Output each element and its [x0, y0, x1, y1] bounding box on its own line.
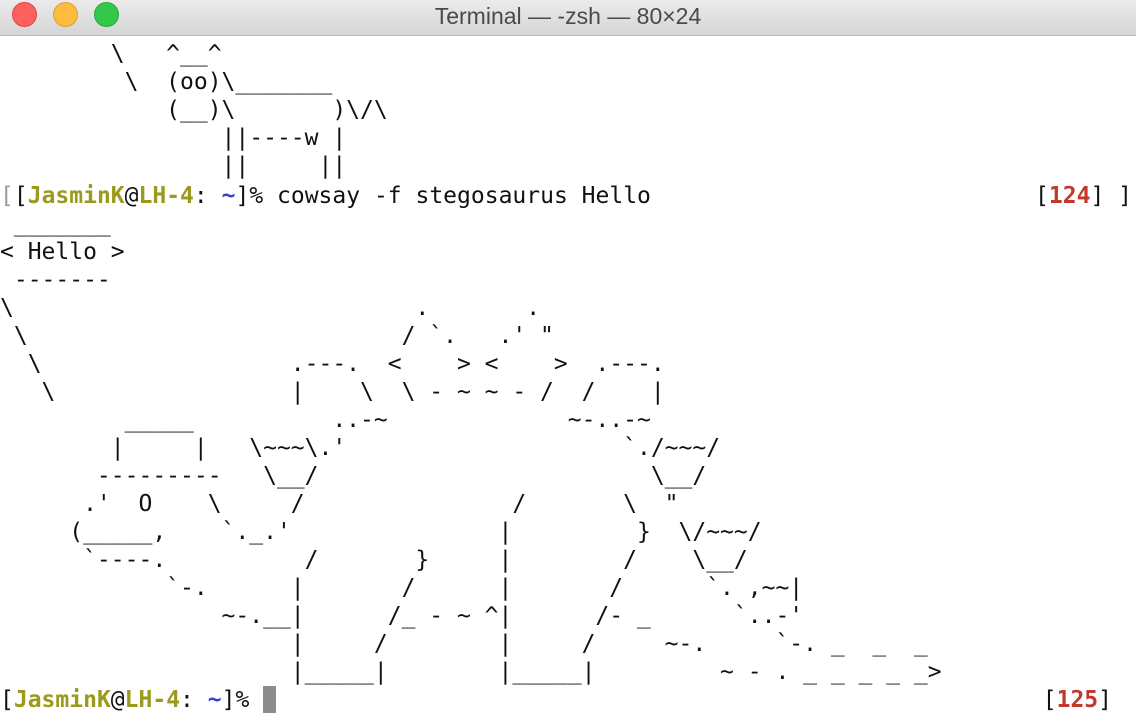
window-title: Terminal — -zsh — 80×24 — [434, 3, 702, 29]
stego-art-line: \ / `. .' " — [0, 323, 554, 349]
stego-art-line: ~-.__| /_ - ~ ^| /- _ `..-' — [0, 603, 804, 629]
prompt-at: @ — [124, 183, 139, 209]
stego-art-line: _______ — [0, 211, 111, 237]
stego-art-line: \ . . — [0, 295, 541, 321]
rprompt-close: ] ] — [1090, 183, 1132, 209]
stego-art-line: \ .---. < > < > .---. — [0, 351, 665, 377]
stego-art-line: (_____, `._.' | } \/~~~/ — [0, 519, 762, 545]
prompt-bracket: [ — [13, 183, 28, 209]
stego-art-line: \ | \ \ - ~ ~ - / / | — [0, 379, 665, 405]
cow-art-line: (__)\ )\/\ — [0, 97, 388, 123]
rprompt-open: [ — [1035, 183, 1049, 209]
prompt-user: JasminK — [13, 687, 111, 713]
prompt-path: ~ — [221, 183, 236, 209]
stego-art-line: ------- — [0, 267, 111, 293]
prompt-sep: : — [193, 183, 222, 209]
right-prompt: [125] — [1043, 686, 1112, 714]
stego-art-line: < Hello > — [0, 239, 125, 265]
title-bar[interactable]: Terminal — -zsh — 80×24 — [0, 0, 1136, 36]
text-cursor — [263, 686, 277, 713]
prompt-line[interactable]: [JasminK@LH-4: ~]% — [0, 686, 277, 714]
prompt-host: LH-4 — [138, 183, 194, 209]
stego-art-line: `-. | / | / `. ,~~| — [0, 575, 804, 601]
prompt-open-bracket: [ — [0, 687, 14, 713]
prompt-close: ]% — [221, 687, 264, 713]
stego-art-line: | | \~~~\.' `./~~~/ — [0, 435, 721, 461]
terminal-content[interactable]: \ ^__^ \ (oo)\_______ (__)\ )\/\ ||----w… — [0, 36, 1136, 716]
cow-art-line: \ (oo)\_______ — [0, 69, 333, 95]
prompt-open-bracket: [ — [0, 183, 14, 209]
prompt-at: @ — [110, 687, 125, 713]
cow-art-line: ||----w | — [0, 125, 347, 151]
rprompt-open: [ — [1042, 687, 1057, 713]
rprompt-close: ] — [1098, 687, 1112, 713]
stego-art-line: |_____| |_____| ~ - . _ _ _ _ _> — [0, 659, 942, 685]
cow-art-line: || || — [0, 153, 347, 179]
right-prompt: [124] ] — [1035, 182, 1132, 210]
stego-art-line: --------- \__/ \__/ — [0, 463, 707, 489]
exit-code: 125 — [1056, 687, 1099, 713]
prompt-sep: : — [180, 687, 208, 713]
exit-code: 124 — [1048, 183, 1091, 209]
prompt-line: [[JasminK@LH-4: ~]% cowsay -f stegosauru… — [0, 182, 651, 210]
terminal-window: Terminal — -zsh — 80×24 \ ^__^ \ (oo)\__… — [0, 0, 1136, 716]
prompt-host: LH-4 — [124, 687, 181, 713]
stego-art-line: .' O \ / / \ " — [0, 491, 679, 517]
prompt-user: JasminK — [27, 183, 125, 209]
prompt-path: ~ — [207, 687, 222, 713]
stego-art-line: `----. / } | / \__/ — [0, 547, 748, 573]
prompt-close: ]% — [235, 183, 278, 209]
stego-art-line: _____ ..-~ ~-..-~ — [0, 407, 651, 433]
stego-art-line: | / | / ~-. `-. _ _ _ — [0, 631, 928, 657]
cow-art-line: \ ^__^ — [0, 41, 222, 67]
command-text: cowsay -f stegosaurus Hello — [277, 183, 651, 209]
